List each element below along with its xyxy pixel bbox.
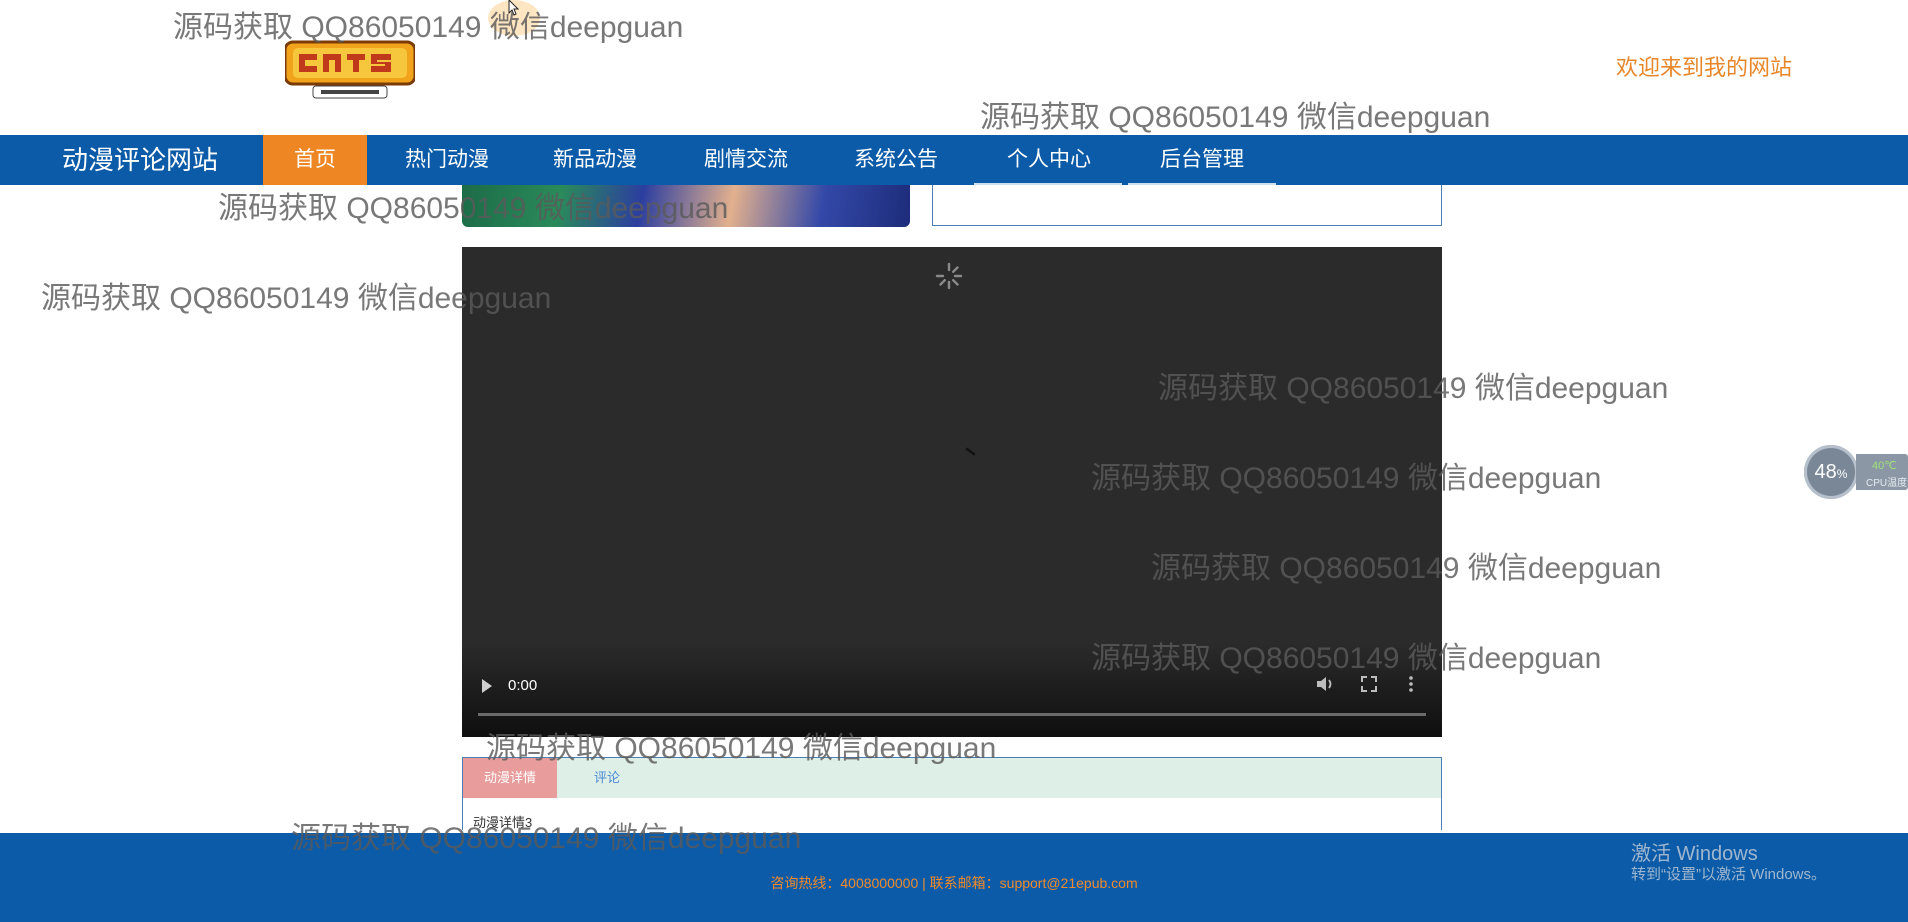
nav-item-user-center[interactable]: 个人中心 (994, 135, 1104, 185)
tab-anime-detail[interactable]: 动漫详情 (463, 758, 557, 798)
nav-item-admin[interactable]: 后台管理 (1128, 135, 1276, 185)
site-name[interactable]: 动漫评论网站 (62, 135, 218, 185)
cpu-usage-percent: 48% (1804, 445, 1858, 499)
footer-contact: 咨询热线：4008000000 | 联系邮箱：support@21epub.co… (770, 875, 1138, 891)
controls-gradient (462, 642, 1442, 737)
fullscreen-icon[interactable] (1358, 673, 1380, 695)
nav-item-hot-anime[interactable]: 热门动漫 (392, 135, 502, 185)
volume-icon[interactable] (1314, 673, 1336, 695)
video-progress-bar[interactable] (478, 713, 1426, 716)
detail-tabs: 动漫详情 评论 动漫详情3 (462, 757, 1442, 830)
watermark: 源码获取 QQ86050149 微信deepguan (980, 101, 1491, 134)
cpu-percent-unit: % (1836, 467, 1848, 481)
main-nav: 动漫评论网站 首页 热门动漫 新品动漫 剧情交流 系统公告 个人中心 后台管理 (0, 135, 1908, 185)
site-footer: 咨询热线：4008000000 | 联系邮箱：support@21epub.co… (0, 833, 1908, 922)
cpu-temperature: 40℃ (1872, 460, 1897, 472)
windows-activation-title: 激活 Windows (1631, 843, 1758, 865)
tab-content-text: 动漫详情3 (473, 815, 533, 830)
cpu-percent-value: 48 (1814, 461, 1837, 483)
anime-info-box (932, 185, 1442, 226)
loading-spinner-icon (935, 262, 963, 290)
video-player[interactable]: 0:00 (462, 247, 1442, 737)
site-logo (283, 36, 417, 100)
nav-item-home[interactable]: 首页 (263, 135, 367, 185)
cpu-temp-panel: 40℃ CPU温度 (1856, 454, 1908, 490)
play-icon[interactable] (482, 679, 492, 693)
video-time: 0:00 (508, 677, 538, 694)
nav-item-new-anime[interactable]: 新品动漫 (540, 135, 650, 185)
more-options-icon[interactable] (1400, 673, 1422, 695)
buffering-icon (965, 447, 976, 456)
welcome-text: 欢迎来到我的网站 (1616, 55, 1793, 80)
cpu-temperature-label: CPU温度 (1866, 478, 1908, 489)
anime-poster (462, 185, 910, 227)
nav-item-plot-discussion[interactable]: 剧情交流 (691, 135, 801, 185)
cpu-monitor-widget[interactable]: 48% 40℃ CPU温度 (1804, 445, 1908, 501)
tab-comments[interactable]: 评论 (557, 758, 657, 798)
windows-activation-subtitle: 转到“设置”以激活 Windows。 (1631, 866, 1827, 883)
nav-item-announcements[interactable]: 系统公告 (841, 135, 951, 185)
watermark: 源码获取 QQ86050149 微信deepguan (173, 11, 684, 44)
mouse-cursor-icon (508, 0, 520, 16)
